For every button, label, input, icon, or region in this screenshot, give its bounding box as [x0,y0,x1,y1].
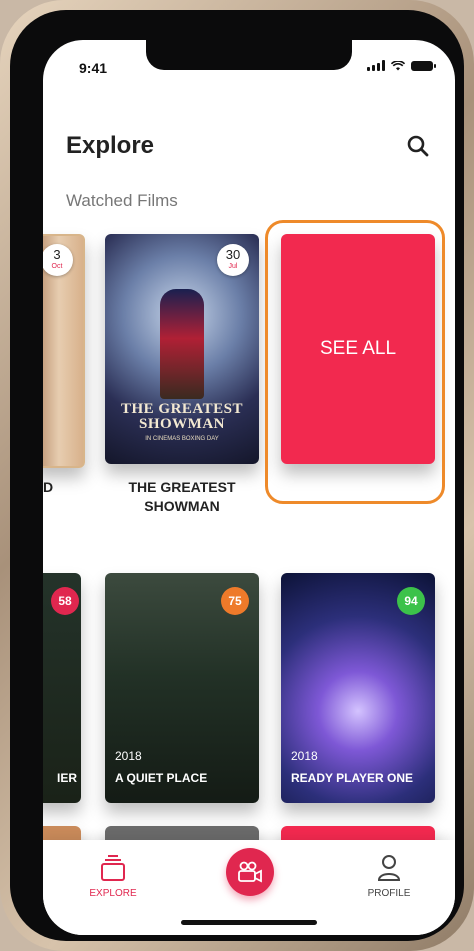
section-title: Watched Films [66,191,178,210]
poster-title: THE GREATEST SHOWMAN [120,401,243,432]
wifi-icon [391,60,405,70]
film-year: 2018 [291,749,318,763]
film-title-partial: D [43,479,54,495]
tab-label: PROFILE [367,888,411,899]
film-title-partial: IER [56,771,77,785]
date-badge: 30 Jul [217,244,249,276]
signal-icon [367,60,385,71]
date-month: Oct [51,263,63,270]
film-card-partial[interactable]: 3 Oct [43,234,85,468]
score-badge: 58 [51,587,79,615]
explore-icon [101,855,125,881]
battery-icon [411,60,436,71]
tab-bar: EXPLORE PROFILE [43,840,455,935]
date-day: 30 [225,247,241,262]
score-badge: 75 [221,587,249,615]
phone-frame: 9:41 Explore Watched Films 3 Oct D THE G… [0,0,474,951]
date-month: Jul [228,263,238,270]
film-card-a-quiet-place[interactable]: 75 2018 A QUIET PLACE [105,573,259,803]
profile-icon [377,855,401,881]
film-title: A QUIET PLACE [115,771,208,785]
film-year: 2018 [115,749,142,763]
tab-label: EXPLORE [89,888,137,899]
camera-button[interactable] [226,848,274,896]
film-title: READY PLAYER ONE [291,771,414,785]
poster-figure [160,289,204,399]
film-card-greatest-showman[interactable]: THE GREATEST SHOWMAN IN CINEMAS BOXING D… [105,234,259,464]
date-badge: 3 Oct [43,244,73,276]
tab-profile[interactable]: PROFILE [349,854,429,899]
status-icons [367,60,436,71]
screen: 9:41 Explore Watched Films 3 Oct D THE G… [43,40,455,935]
film-card-ready-player-one[interactable]: 94 2018 READY PLAYER ONE [281,573,435,803]
phone-bezel: 9:41 Explore Watched Films 3 Oct D THE G… [10,10,464,941]
film-card-partial[interactable]: 58 IER [43,573,81,803]
status-time: 9:41 [79,60,108,76]
highlight-outline [265,220,445,504]
date-day: 3 [53,247,61,262]
notch [146,40,352,70]
page-title: Explore [66,132,155,159]
search-icon[interactable] [405,133,431,159]
score-badge: 94 [397,587,425,615]
home-indicator [181,920,317,925]
camera-icon [238,861,262,883]
film-title: THE GREATEST SHOWMAN [128,479,236,514]
poster-subtitle: IN CINEMAS BOXING DAY [145,436,219,442]
tab-explore[interactable]: EXPLORE [73,854,153,899]
